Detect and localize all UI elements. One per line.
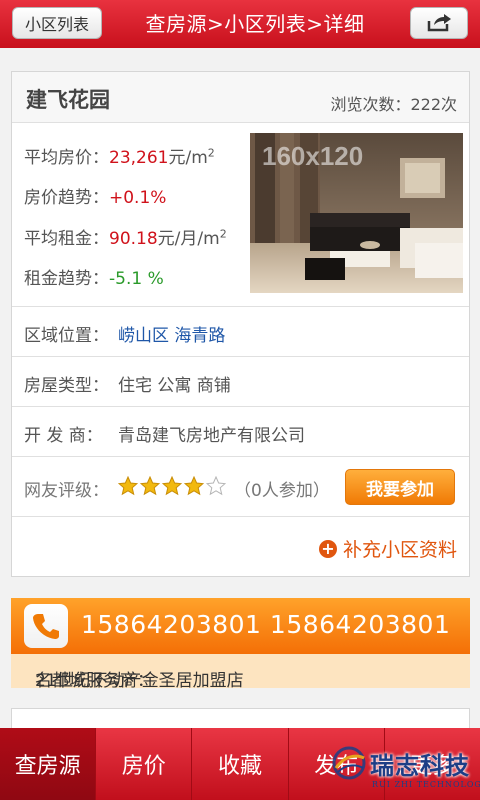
share-icon [427,14,451,32]
avg-rent-value: 90.18 [109,229,158,249]
plus-circle-icon: + [318,539,337,558]
next-section-card [11,708,470,728]
price-stats-block: 平均房价：23,261元/m2 房价趋势：+0.1% 平均租金：90.18元/月… [12,123,469,307]
house-type-label: 房屋类型： [24,376,109,396]
page-title: 查房源>小区列表>详细 [145,12,365,36]
community-title-row: 建飞花园 浏览次数：222次 [12,72,469,123]
rating-count: （0人参加） [234,481,330,501]
phone-contact-bar[interactable]: 15864203801 15864203801 [11,598,470,654]
price-trend-stat: 房价趋势：+0.1% [24,188,167,208]
share-button[interactable] [410,7,468,39]
house-type-row: 房屋类型： 住宅 公寓 商铺 [12,357,469,407]
phone-numbers[interactable]: 15864203801 15864203801 [81,610,450,639]
district-link[interactable]: 崂山区 [118,326,169,346]
location-label: 区域位置： [24,326,109,346]
star-filled-icon[interactable] [162,476,182,496]
developer-row: 开 发 商： 青岛建飞房地产有限公司 [12,407,469,457]
avg-price-value: 23,261 [109,148,169,168]
rent-trend-stat: 租金趋势：-5.1 % [24,269,164,289]
avg-price-stat: 平均房价：23,261元/m2 [24,146,215,168]
view-count: 浏览次数：222次 [330,95,457,114]
community-photo[interactable]: 160x120 [250,133,463,293]
rating-row: 网友评级： （0人参加） 我要参加 [12,457,469,517]
avg-rent-stat: 平均租金：90.18元/月/m2 [24,227,227,249]
price-trend-value: +0.1% [109,188,167,208]
star-filled-icon[interactable] [184,476,204,496]
photo-placeholder-text: 160x120 [262,141,363,171]
developer-value: 青岛建飞房地产有限公司 [118,426,305,446]
rating-label: 网友评级： [24,481,109,501]
join-rating-button[interactable]: 我要参加 [345,469,455,505]
tab-1[interactable]: 房价 [96,728,193,800]
star-filled-icon[interactable] [118,476,138,496]
back-to-community-list-button[interactable]: 小区列表 [12,7,102,39]
community-detail-card: 建飞花园 浏览次数：222次 平均房价：23,261元/m2 房价趋势：+0.1… [11,71,470,577]
supplement-info-link[interactable]: + 补充小区资料 [318,535,457,562]
rent-trend-value: -5.1 % [109,269,164,289]
supplement-row: + 补充小区资料 [12,517,469,577]
provider-name: 21世纪不动产金圣居加盟店 [35,671,244,691]
developer-label: 开 发 商： [24,426,103,446]
tab-4[interactable]: 更多 [385,728,480,800]
star-empty-icon[interactable] [206,476,226,496]
rating-stars[interactable] [118,476,226,496]
living-room-image: 160x120 [250,133,463,293]
service-provider-bar: 名都城服务商： 21世纪不动产金圣居加盟店 [11,654,470,691]
tab-2[interactable]: 收藏 [192,728,289,800]
location-row: 区域位置： 崂山区 海青路 [12,307,469,357]
top-nav-bar: 小区列表 查房源>小区列表>详细 [0,0,480,48]
phone-icon [24,604,68,648]
tab-3[interactable]: 发布 [289,728,385,800]
house-type-value: 住宅 公寓 商铺 [118,376,231,396]
star-filled-icon[interactable] [140,476,160,496]
community-name: 建飞花园 [26,88,110,112]
road-link[interactable]: 海青路 [174,326,225,346]
bottom-tab-bar: 查房源 房价 收藏 发布 更多 [0,728,480,800]
tab-0[interactable]: 查房源 [0,728,97,800]
